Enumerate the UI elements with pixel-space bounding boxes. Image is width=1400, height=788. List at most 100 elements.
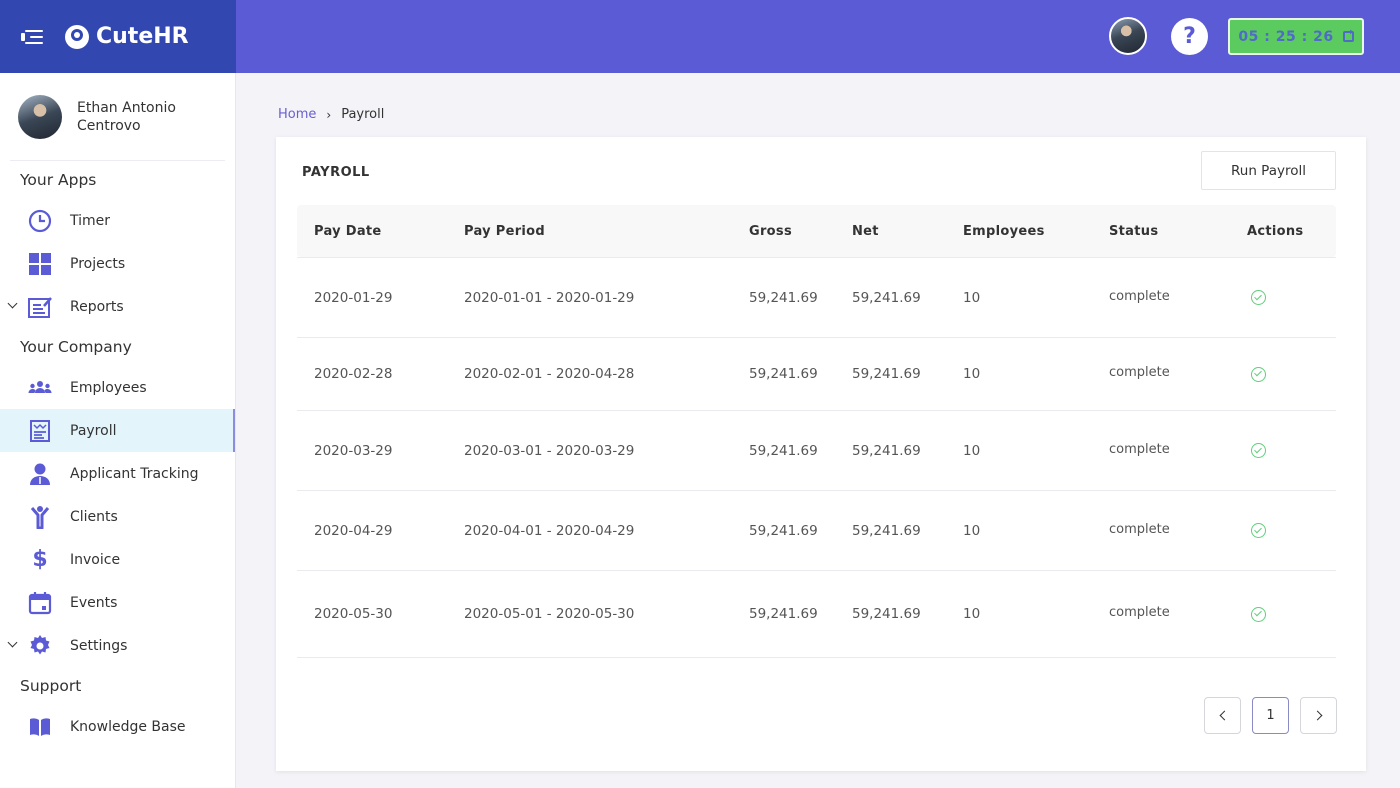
top-bar: ? 05 : 25 : 26 [236,0,1400,73]
page-title: PAYROLL [302,165,370,180]
section-your-apps: Your Apps [20,171,97,189]
table-row[interactable]: 2020-03-29 2020-03-01 - 2020-03-29 59,24… [297,411,1336,491]
next-page-button[interactable] [1300,697,1337,734]
pay-period-cell: 2020-04-01 - 2020-04-29 [464,522,635,539]
pay-period-cell: 2020-05-01 - 2020-05-30 [464,606,635,622]
net-cell: 59,241.69 [852,366,921,382]
sidebar-item-payroll[interactable]: Payroll [0,409,235,452]
section-support: Support [20,677,82,695]
gross-cell: 59,241.69 [749,606,818,622]
sidebar-item-reports[interactable]: Reports [0,285,235,328]
breadcrumb-home-link[interactable]: Home [278,107,316,122]
check-circle-icon[interactable] [1251,290,1266,305]
timer-value: 05 : 25 : 26 [1238,28,1334,45]
sidebar-item-timer[interactable]: Timer [0,199,235,242]
column-header-net[interactable]: Net [835,224,946,239]
report-edit-icon [28,295,52,319]
status-badge: complete [1109,365,1170,380]
check-circle-icon[interactable] [1251,606,1266,622]
net-cell: 59,241.69 [852,289,921,306]
section-your-company: Your Company [20,338,132,356]
column-header-employees[interactable]: Employees [946,224,1092,239]
column-header-gross[interactable]: Gross [732,224,835,239]
breadcrumb: Home › Payroll [278,107,384,122]
sidebar-item-knowledge-base[interactable]: Knowledge Base [0,705,235,748]
sidebar-item-projects[interactable]: Projects [0,242,235,285]
net-cell: 59,241.69 [852,522,921,539]
book-icon [28,715,52,739]
check-circle-icon[interactable] [1251,443,1266,458]
app-logo[interactable]: CuteHR [65,24,189,49]
table-row[interactable]: 2020-05-30 2020-05-01 - 2020-05-30 59,24… [297,571,1336,658]
employees-cell: 10 [963,606,981,622]
calendar-icon [28,591,52,615]
clock-out-icon [1342,27,1354,42]
payroll-card: PAYROLL Run Payroll Pay Date Pay Period … [276,137,1366,771]
status-badge: complete [1109,521,1170,537]
table-row[interactable]: 2020-01-29 2020-01-01 - 2020-01-29 59,24… [297,257,1336,338]
column-header-pay-period[interactable]: Pay Period [447,224,732,239]
employees-cell: 10 [963,289,981,306]
pay-period-cell: 2020-01-01 - 2020-01-29 [464,289,635,306]
chevron-down-icon[interactable] [7,298,18,309]
pay-date-cell: 2020-04-29 [314,522,393,539]
gross-cell: 59,241.69 [749,522,818,539]
brand-bar: CuteHR [0,0,236,73]
pay-date-cell: 2020-02-28 [314,366,393,382]
clock-icon [28,209,52,233]
grid-icon [28,252,52,276]
column-header-actions: Actions [1247,223,1304,239]
logo-icon [65,24,89,49]
menu-collapse-icon[interactable] [21,28,43,46]
pay-period-cell: 2020-03-01 - 2020-03-29 [464,442,635,459]
breadcrumb-current: Payroll [341,107,385,122]
app-name: CuteHR [96,24,189,49]
profile-name: Ethan Antonio Centrovo [77,99,176,134]
payroll-receipt-icon [28,419,52,443]
employees-cell: 10 [963,366,981,382]
sidebar-item-events[interactable]: Events [0,581,235,624]
net-cell: 59,241.69 [852,606,921,622]
status-badge: complete [1109,441,1170,457]
status-badge: complete [1109,605,1170,620]
gear-icon [28,634,52,658]
chevron-down-icon[interactable] [7,637,18,648]
users-icon [28,376,52,400]
gross-cell: 59,241.69 [749,366,818,382]
clock-timer-button[interactable]: 05 : 25 : 26 [1228,18,1364,55]
table-row[interactable]: 2020-02-28 2020-02-01 - 2020-04-28 59,24… [297,338,1336,411]
employees-cell: 10 [963,522,981,539]
check-circle-icon[interactable] [1251,523,1266,538]
status-badge: complete [1109,288,1170,304]
breadcrumb-separator-icon: › [326,107,332,122]
check-circle-icon[interactable] [1251,366,1266,382]
page-button-current[interactable]: 1 [1252,697,1289,734]
payroll-table: Pay Date Pay Period Gross Net Employees … [297,205,1336,658]
help-button[interactable]: ? [1171,18,1208,55]
profile-avatar [18,94,62,139]
sidebar-item-clients[interactable]: Clients [0,495,235,538]
user-avatar[interactable] [1109,17,1147,55]
dollar-icon: $ [32,547,48,572]
person-arms-up-icon [28,505,52,529]
pay-date-cell: 2020-01-29 [314,289,393,306]
pay-period-cell: 2020-02-01 - 2020-04-28 [464,366,635,382]
run-payroll-button[interactable]: Run Payroll [1201,151,1336,190]
sidebar-item-invoice[interactable]: $ Invoice [0,538,235,581]
sidebar: Ethan Antonio Centrovo Your Apps Timer P… [0,73,236,788]
table-row[interactable]: 2020-04-29 2020-04-01 - 2020-04-29 59,24… [297,491,1336,571]
column-header-pay-date[interactable]: Pay Date [297,224,447,239]
gross-cell: 59,241.69 [749,289,818,306]
column-header-status[interactable]: Status [1092,224,1241,239]
sidebar-item-applicant-tracking[interactable]: Applicant Tracking [0,452,235,495]
net-cell: 59,241.69 [852,442,921,459]
question-icon: ? [1183,24,1196,49]
gross-cell: 59,241.69 [749,442,818,459]
pay-date-cell: 2020-05-30 [314,606,393,622]
sidebar-item-employees[interactable]: Employees [0,366,235,409]
user-profile[interactable]: Ethan Antonio Centrovo [10,73,225,161]
table-header: Pay Date Pay Period Gross Net Employees … [297,205,1336,257]
previous-page-button[interactable] [1204,697,1241,734]
sidebar-item-settings[interactable]: Settings [0,624,235,667]
applicant-icon [28,462,52,486]
